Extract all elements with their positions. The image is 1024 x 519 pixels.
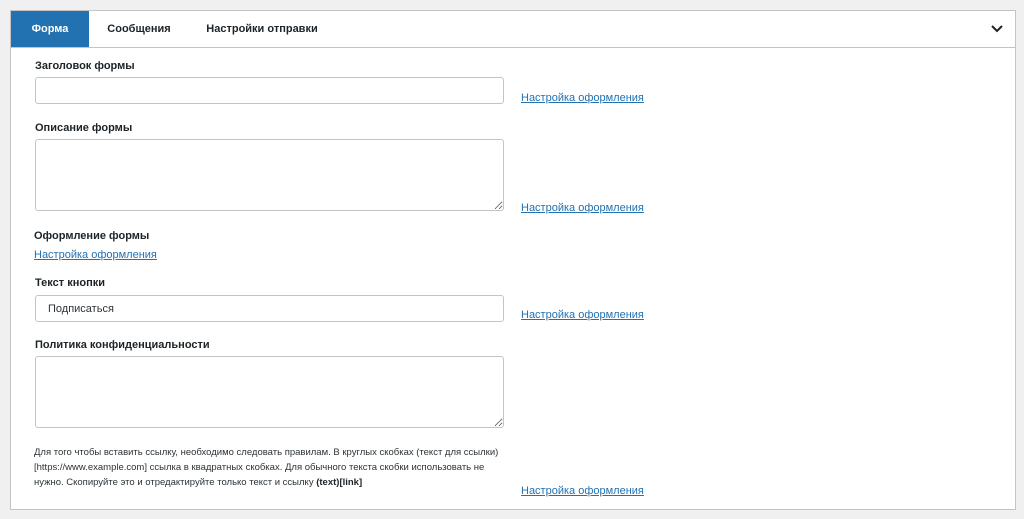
privacy-policy-label: Политика конфиденциальности xyxy=(35,339,210,351)
form-title-input[interactable] xyxy=(35,77,504,104)
button-style-link[interactable]: Настройка оформления xyxy=(521,309,644,321)
tab-send-settings[interactable]: Настройки отправки xyxy=(189,11,335,47)
help-text-code: (text)[link] xyxy=(316,477,363,488)
form-description-textarea[interactable] xyxy=(35,139,504,211)
collapse-toggle[interactable] xyxy=(987,19,1007,39)
privacy-policy-textarea[interactable] xyxy=(35,356,504,428)
form-settings-panel: Форма Сообщения Настройки отправки Загол… xyxy=(10,10,1016,510)
privacy-help-text: Для того чтобы вставить ссылку, необходи… xyxy=(34,445,504,490)
design-style-link[interactable]: Настройка оформления xyxy=(34,249,157,261)
button-text-input[interactable] xyxy=(35,295,504,322)
form-description-label: Описание формы xyxy=(35,122,133,134)
tab-messages[interactable]: Сообщения xyxy=(89,11,189,47)
privacy-style-link[interactable]: Настройка оформления xyxy=(521,485,644,497)
form-design-label: Оформление формы xyxy=(34,230,150,242)
button-text-label: Текст кнопки xyxy=(35,277,105,289)
tab-bar: Форма Сообщения Настройки отправки xyxy=(11,11,1015,48)
chevron-down-icon xyxy=(991,25,1003,33)
form-title-label: Заголовок формы xyxy=(35,60,135,72)
tab-form[interactable]: Форма xyxy=(11,11,89,47)
title-style-link[interactable]: Настройка оформления xyxy=(521,92,644,104)
description-style-link[interactable]: Настройка оформления xyxy=(521,202,644,214)
help-text-body: Для того чтобы вставить ссылку, необходи… xyxy=(34,447,499,488)
